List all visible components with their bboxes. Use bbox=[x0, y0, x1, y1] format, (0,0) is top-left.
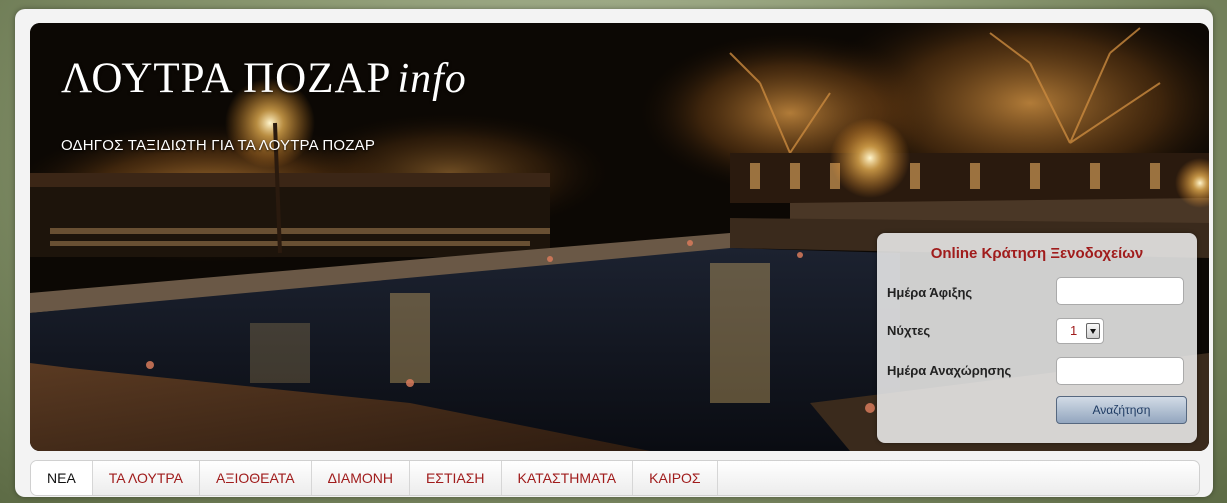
nav-item-nea[interactable]: ΝΕΑ bbox=[31, 461, 93, 495]
main-navigation: ΝΕΑ ΤΑ ΛΟΥΤΡΑ ΑΞΙΟΘΕΑΤΑ ΔΙΑΜΟΝΗ ΕΣΤΙΑΣΗ … bbox=[30, 460, 1200, 496]
search-button[interactable]: Αναζήτηση bbox=[1056, 396, 1187, 424]
site-title-suffix: info bbox=[397, 56, 467, 102]
nav-item-diamoni[interactable]: ΔΙΑΜΟΝΗ bbox=[312, 461, 410, 495]
booking-title: Online Κράτηση Ξενοδοχείων bbox=[930, 245, 1144, 262]
nights-select[interactable]: 1 bbox=[1056, 318, 1104, 344]
arrival-date-input[interactable] bbox=[1056, 277, 1184, 305]
arrival-date-label: Ημέρα Άφιξης bbox=[887, 285, 973, 300]
departure-date-input[interactable] bbox=[1056, 357, 1184, 385]
site-title-text: ΛΟΥΤΡΑ ΠΟΖΑΡ bbox=[61, 55, 392, 102]
nav-item-axiotheata[interactable]: ΑΞΙΟΘΕΑΤΑ bbox=[200, 461, 312, 495]
nights-value: 1 bbox=[1070, 323, 1078, 338]
chevron-down-icon[interactable] bbox=[1086, 323, 1100, 339]
nav-item-kairos[interactable]: ΚΑΙΡΟΣ bbox=[633, 461, 718, 495]
hotel-booking-panel: Online Κράτηση Ξενοδοχείων Ημέρα Άφιξης … bbox=[877, 233, 1197, 443]
departure-date-label: Ημέρα Αναχώρησης bbox=[887, 363, 1012, 378]
site-title[interactable]: ΛΟΥΤΡΑ ΠΟΖΑΡ info bbox=[61, 54, 467, 103]
nav-item-katastimata[interactable]: ΚΑΤΑΣΤΗΜΑΤΑ bbox=[502, 461, 634, 495]
site-tagline: ΟΔΗΓΟΣ ΤΑΞΙΔΙΩΤΗ ΓΙΑ ΤΑ ΛΟΥΤΡΑ ΠΟΖΑΡ bbox=[61, 137, 376, 154]
nav-item-ta-loutra[interactable]: ΤΑ ΛΟΥΤΡΑ bbox=[93, 461, 201, 495]
nights-label: Νύχτες bbox=[887, 323, 931, 338]
nav-item-estiasi[interactable]: ΕΣΤΙΑΣΗ bbox=[410, 461, 502, 495]
